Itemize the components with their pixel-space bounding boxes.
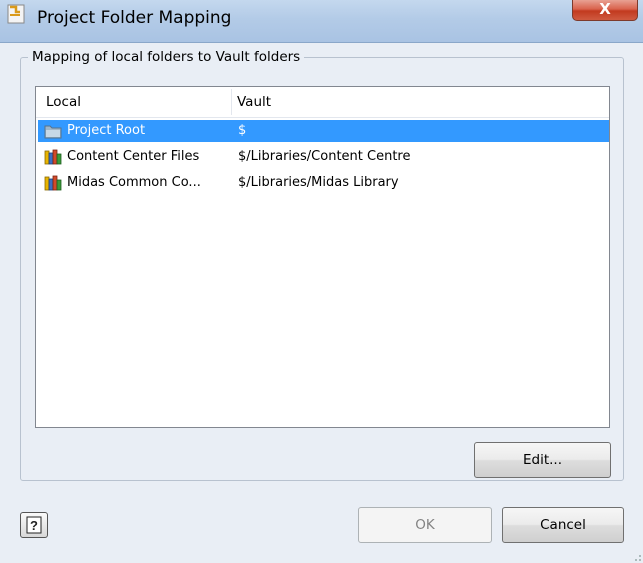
list-row-project-root[interactable]: Project Root $ — [38, 120, 609, 142]
column-header-local[interactable]: Local — [46, 94, 81, 110]
group-label: Mapping of local folders to Vault folder… — [28, 49, 305, 65]
library-icon — [44, 149, 62, 165]
list-row-content-center[interactable]: Content Center Files $/Libraries/Content… — [38, 146, 609, 168]
close-button[interactable]: X — [572, 0, 638, 21]
folder-mapping-list[interactable]: Local Vault Project Root $ Content Cente… — [35, 86, 610, 428]
folder-icon — [44, 125, 62, 139]
row-local-value: Midas Common Co... — [67, 175, 201, 190]
app-icon — [7, 4, 25, 24]
row-local-value: Project Root — [67, 123, 146, 138]
row-local-value: Content Center Files — [67, 149, 200, 164]
row-vault-value: $ — [238, 123, 247, 138]
row-vault-value: $/Libraries/Midas Library — [238, 175, 399, 190]
list-row-midas[interactable]: Midas Common Co... $/Libraries/Midas Lib… — [38, 172, 609, 194]
library-icon — [44, 175, 62, 191]
help-button[interactable]: ? — [20, 512, 48, 538]
list-header: Local Vault — [36, 87, 609, 118]
resize-grip-icon[interactable] — [630, 550, 642, 562]
help-icon: ? — [26, 516, 42, 534]
column-divider[interactable] — [231, 89, 232, 115]
row-vault-value: $/Libraries/Content Centre — [238, 149, 411, 164]
window-title: Project Folder Mapping — [37, 8, 232, 28]
cancel-button[interactable]: Cancel — [502, 507, 624, 543]
title-bar: Project Folder Mapping X — [0, 0, 643, 43]
column-header-vault[interactable]: Vault — [237, 94, 271, 110]
svg-text:?: ? — [30, 518, 38, 533]
ok-button[interactable]: OK — [358, 507, 492, 543]
edit-button[interactable]: Edit... — [474, 442, 611, 478]
